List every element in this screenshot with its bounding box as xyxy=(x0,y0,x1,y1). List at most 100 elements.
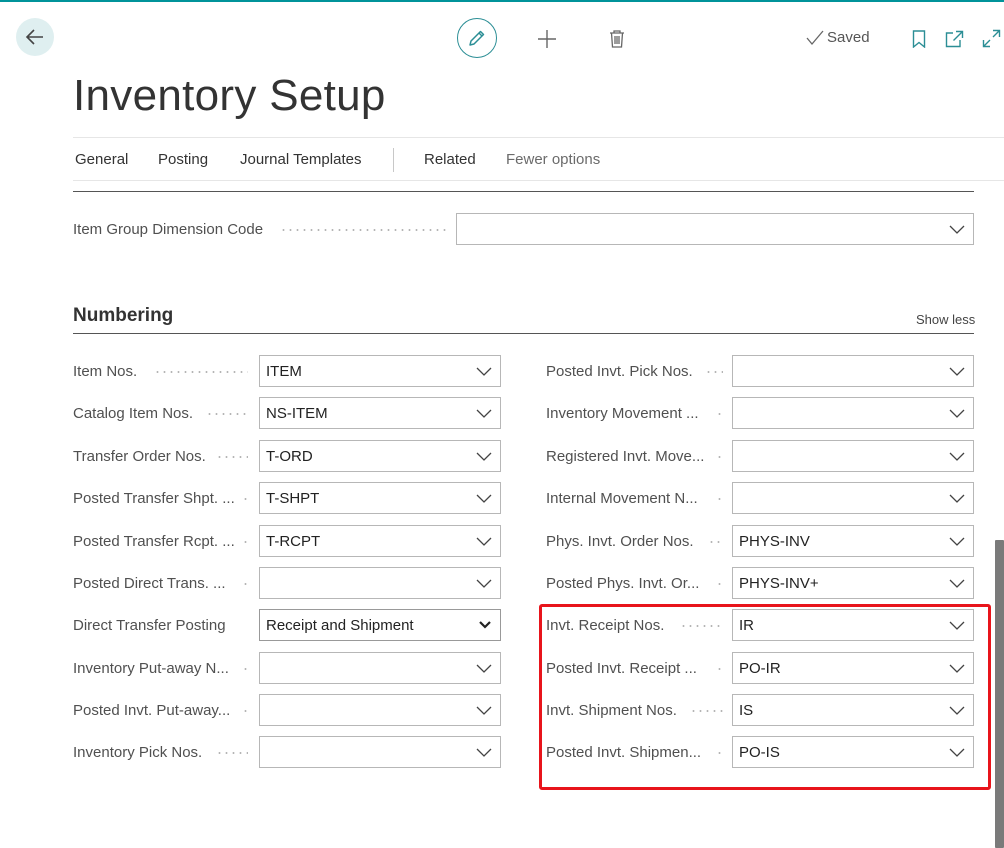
action-bar-separator xyxy=(393,148,394,172)
numbering-divider xyxy=(73,333,974,334)
edit-button[interactable] xyxy=(457,18,497,58)
tab-journal-templates[interactable]: Journal Templates xyxy=(240,151,361,168)
chevron-down-icon xyxy=(949,537,965,546)
inventory-movement-nos-field[interactable] xyxy=(732,397,974,429)
label-leader-dots xyxy=(716,413,724,415)
plus-icon xyxy=(538,30,556,48)
saved-label: Saved xyxy=(827,29,870,46)
chevron-down-icon xyxy=(476,537,492,546)
posted-transfer-rcpt-field[interactable]: T-RCPT xyxy=(259,525,501,557)
label-leader-dots xyxy=(280,229,446,231)
label-leader-dots xyxy=(206,413,248,415)
registered-invt-movement-nos-field[interactable] xyxy=(732,440,974,472)
item-nos-label: Item Nos. xyxy=(73,363,138,380)
inventory-pick-nos-label: Inventory Pick Nos. xyxy=(73,744,203,761)
delete-button[interactable] xyxy=(607,28,627,50)
back-button[interactable] xyxy=(16,18,54,56)
transfer-order-nos-label: Transfer Order Nos. xyxy=(73,448,206,465)
section-divider xyxy=(73,191,974,192)
chevron-down-icon xyxy=(949,494,965,503)
label-leader-dots xyxy=(242,541,250,543)
field-value: PHYS-INV xyxy=(739,533,810,550)
label-leader-dots xyxy=(216,456,248,458)
page-title: Inventory Setup xyxy=(73,71,386,120)
field-value: T-SHPT xyxy=(266,490,320,507)
expand-button[interactable] xyxy=(981,28,1002,49)
posted-invt-put-away-nos-label: Posted Invt. Put-away... xyxy=(73,702,231,719)
label-leader-dots xyxy=(708,541,724,543)
label-leader-dots xyxy=(242,583,250,585)
posted-direct-trans-label: Posted Direct Trans. ... xyxy=(73,575,226,592)
chevron-down-icon xyxy=(476,748,492,757)
chevron-down-icon xyxy=(476,706,492,715)
posted-transfer-shpt-field[interactable]: T-SHPT xyxy=(259,482,501,514)
chevron-down-icon xyxy=(476,494,492,503)
phys-invt-order-nos-field[interactable]: PHYS-INV xyxy=(732,525,974,557)
action-bar: General Posting Journal Templates Relate… xyxy=(73,137,1004,181)
expand-icon xyxy=(982,29,1001,48)
item-group-dimension-code-label: Item Group Dimension Code xyxy=(73,221,264,238)
label-leader-dots xyxy=(242,498,250,500)
inventory-pick-nos-field[interactable] xyxy=(259,736,501,768)
inventory-put-away-nos-label: Inventory Put-away N... xyxy=(73,660,229,677)
field-value: T-ORD xyxy=(266,448,313,465)
transfer-order-nos-field[interactable]: T-ORD xyxy=(259,440,501,472)
chevron-down-icon xyxy=(476,579,492,588)
internal-movement-nos-label: Internal Movement N... xyxy=(546,490,698,507)
chevron-down-icon xyxy=(476,409,492,418)
open-new-window-button[interactable] xyxy=(944,29,964,49)
posted-invt-pick-nos-label: Posted Invt. Pick Nos. xyxy=(546,363,693,380)
chevron-down-icon xyxy=(949,225,965,234)
show-less-link[interactable]: Show less xyxy=(916,312,975,327)
highlight-box xyxy=(539,604,991,790)
pencil-icon xyxy=(469,30,485,46)
field-value: PHYS-INV+ xyxy=(739,575,819,592)
registered-invt-movement-nos-label: Registered Invt. Move... xyxy=(546,448,705,465)
catalog-item-nos-field[interactable]: NS-ITEM xyxy=(259,397,501,429)
inventory-put-away-nos-field[interactable] xyxy=(259,652,501,684)
tab-general[interactable]: General xyxy=(75,151,128,168)
direct-transfer-posting-label: Direct Transfer Posting xyxy=(73,617,226,634)
chevron-down-icon xyxy=(476,367,492,376)
label-leader-dots xyxy=(154,371,248,373)
field-value: ITEM xyxy=(266,363,302,380)
label-leader-dots xyxy=(716,583,724,585)
label-leader-dots xyxy=(716,498,724,500)
catalog-item-nos-label: Catalog Item Nos. xyxy=(73,405,194,422)
label-leader-dots xyxy=(242,710,250,712)
chevron-down-icon xyxy=(949,409,965,418)
tab-posting[interactable]: Posting xyxy=(158,151,208,168)
posted-phys-invt-order-nos-field[interactable]: PHYS-INV+ xyxy=(732,567,974,599)
label-leader-dots xyxy=(242,668,250,670)
bookmark-button[interactable] xyxy=(910,29,928,49)
scrollbar-thumb[interactable] xyxy=(995,540,1004,848)
field-value: T-RCPT xyxy=(266,533,321,550)
posted-phys-invt-order-nos-label: Posted Phys. Invt. Or... xyxy=(546,575,700,592)
posted-invt-put-away-nos-field[interactable] xyxy=(259,694,501,726)
chevron-down-icon xyxy=(476,452,492,461)
open-in-new-icon xyxy=(945,30,963,48)
label-leader-dots xyxy=(716,456,724,458)
top-accent-line xyxy=(0,0,1004,2)
field-value: Receipt and Shipment xyxy=(266,617,414,634)
posted-transfer-shpt-label: Posted Transfer Shpt. ... xyxy=(73,490,235,507)
tab-related[interactable]: Related xyxy=(424,151,476,168)
internal-movement-nos-field[interactable] xyxy=(732,482,974,514)
inventory-movement-nos-label: Inventory Movement ... xyxy=(546,405,699,422)
item-group-dimension-code-field[interactable] xyxy=(456,213,974,245)
direct-transfer-posting-select[interactable]: Receipt and Shipment xyxy=(259,609,501,641)
saved-status: Saved xyxy=(806,29,870,46)
label-leader-dots xyxy=(216,752,248,754)
fewer-options-button[interactable]: Fewer options xyxy=(506,151,600,168)
posted-invt-pick-nos-field[interactable] xyxy=(732,355,974,387)
numbering-section-title: Numbering xyxy=(73,305,174,326)
item-nos-field[interactable]: ITEM xyxy=(259,355,501,387)
field-value: NS-ITEM xyxy=(266,405,328,422)
new-button[interactable] xyxy=(536,28,558,50)
chevron-down-icon xyxy=(949,452,965,461)
chevron-down-icon xyxy=(949,579,965,588)
posted-direct-trans-field[interactable] xyxy=(259,567,501,599)
posted-transfer-rcpt-label: Posted Transfer Rcpt. ... xyxy=(73,533,235,550)
chevron-down-icon xyxy=(479,621,491,629)
checkmark-icon xyxy=(806,30,824,45)
